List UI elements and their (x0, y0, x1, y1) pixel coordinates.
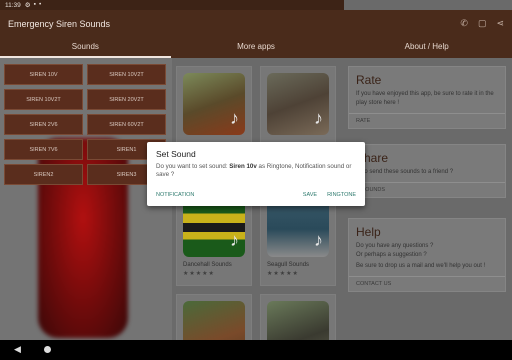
status-time: 11:39 (5, 1, 21, 9)
rate-text: If you have enjoyed this app, be sure to… (356, 91, 494, 106)
music-note-icon: ♪ (314, 230, 323, 250)
ringtone-button[interactable]: RINGTONE (327, 192, 356, 198)
home-icon[interactable] (44, 346, 51, 353)
tab-sounds[interactable]: Sounds (0, 37, 171, 58)
app-rating: ★★★★★ (267, 271, 299, 277)
horse-thumbnail (183, 301, 245, 340)
app-name: Seagull Sounds (267, 262, 310, 268)
settings-status-icon: ⚙ (24, 2, 31, 9)
siren-button[interactable]: SIREN 10V (4, 64, 83, 85)
siren-button[interactable]: SIREN 10V2T (87, 64, 166, 85)
deer-thumbnail: ♪ (267, 73, 329, 135)
phone-icon[interactable]: ✆ (460, 18, 468, 29)
siren-button[interactable]: SIREN 60V2T (87, 114, 166, 135)
about-help-panel: Rate If you have enjoyed this app, be su… (344, 58, 512, 340)
tab-about-help[interactable]: About / Help (341, 37, 512, 58)
siren-button[interactable]: SIREN 20V2T (87, 89, 166, 110)
help-panel: Help Do you have any questions ? Or perh… (348, 218, 506, 292)
dialog-message: Do you want to set sound: Siren 10v as R… (156, 163, 356, 179)
app-card[interactable] (260, 294, 336, 340)
rooster-thumbnail: ♪ (183, 73, 245, 135)
app-card[interactable]: ♪ (260, 66, 336, 150)
data-status-icon: ▪ (33, 1, 36, 8)
notification-button[interactable]: NOTIFICATION (156, 192, 194, 198)
music-note-icon: ♪ (230, 230, 239, 250)
status-bar: 11:39 ⚙ ▪ • ▾ ▮ (0, 0, 512, 282)
app-title: Emergency Siren Sounds (8, 18, 111, 29)
help-title: Help (356, 225, 381, 239)
rate-panel: Rate If you have enjoyed this app, be su… (348, 66, 506, 129)
music-note-icon: ♪ (230, 108, 239, 128)
navigation-bar: ◀ (0, 340, 512, 360)
siren-button[interactable]: SIREN 7V6 (4, 139, 83, 160)
help-text-questions: Do you have any questions ? (356, 243, 434, 249)
back-icon[interactable]: ◀ (14, 344, 21, 355)
notification-status-icon: • (38, 1, 42, 8)
share-icon[interactable]: ⋖ (496, 18, 504, 29)
app-name: Dancehall Sounds (183, 262, 232, 268)
share-panel: Share ... to send these sounds to a frie… (348, 144, 506, 198)
save-button[interactable]: SAVE (303, 192, 317, 198)
app-card[interactable]: ♪ (176, 66, 252, 150)
share-text: ... to send these sounds to a friend ? (356, 169, 454, 175)
set-sound-dialog: Set Sound Do you want to set sound: Sire… (147, 142, 365, 206)
share-link[interactable]: D SOUNDS (349, 182, 505, 197)
help-text-suggestion: Or perhaps a suggestion ? (356, 252, 427, 258)
app-card[interactable] (176, 294, 252, 340)
contact-us-link[interactable]: CONTACT US (349, 276, 505, 291)
tab-more-apps[interactable]: More apps (171, 37, 342, 58)
siren-button[interactable]: SIREN 2V6 (4, 114, 83, 135)
rate-title: Rate (356, 73, 382, 87)
siren-button[interactable]: SIREN 10V2T (4, 89, 83, 110)
app-rating: ★★★★★ (183, 271, 215, 277)
dialog-buttons: NOTIFICATION SAVE RINGTONE (156, 192, 356, 198)
music-note-icon: ♪ (314, 108, 323, 128)
dialog-title: Set Sound (156, 149, 196, 159)
dialog-message-prefix: Do you want to set sound: (156, 163, 230, 170)
siren-button[interactable]: SIREN2 (4, 164, 83, 185)
notification-icon[interactable]: ▢ (478, 18, 487, 29)
share-title: Share (356, 151, 389, 165)
help-text-mail: Be sure to drop us a mail and we'll help… (356, 263, 486, 269)
dialog-sound-name: Siren 10v (229, 163, 257, 170)
app-bar: Emergency Siren Sounds ✆ ▢ ⋖ (0, 10, 512, 37)
tab-bar: Sounds More apps About / Help (0, 37, 512, 58)
rate-link[interactable]: RATE (349, 113, 505, 128)
buffalo-thumbnail (267, 301, 329, 340)
siren-button-grid: SIREN 10V SIREN 10V2T SIREN 10V2T SIREN … (4, 64, 170, 185)
